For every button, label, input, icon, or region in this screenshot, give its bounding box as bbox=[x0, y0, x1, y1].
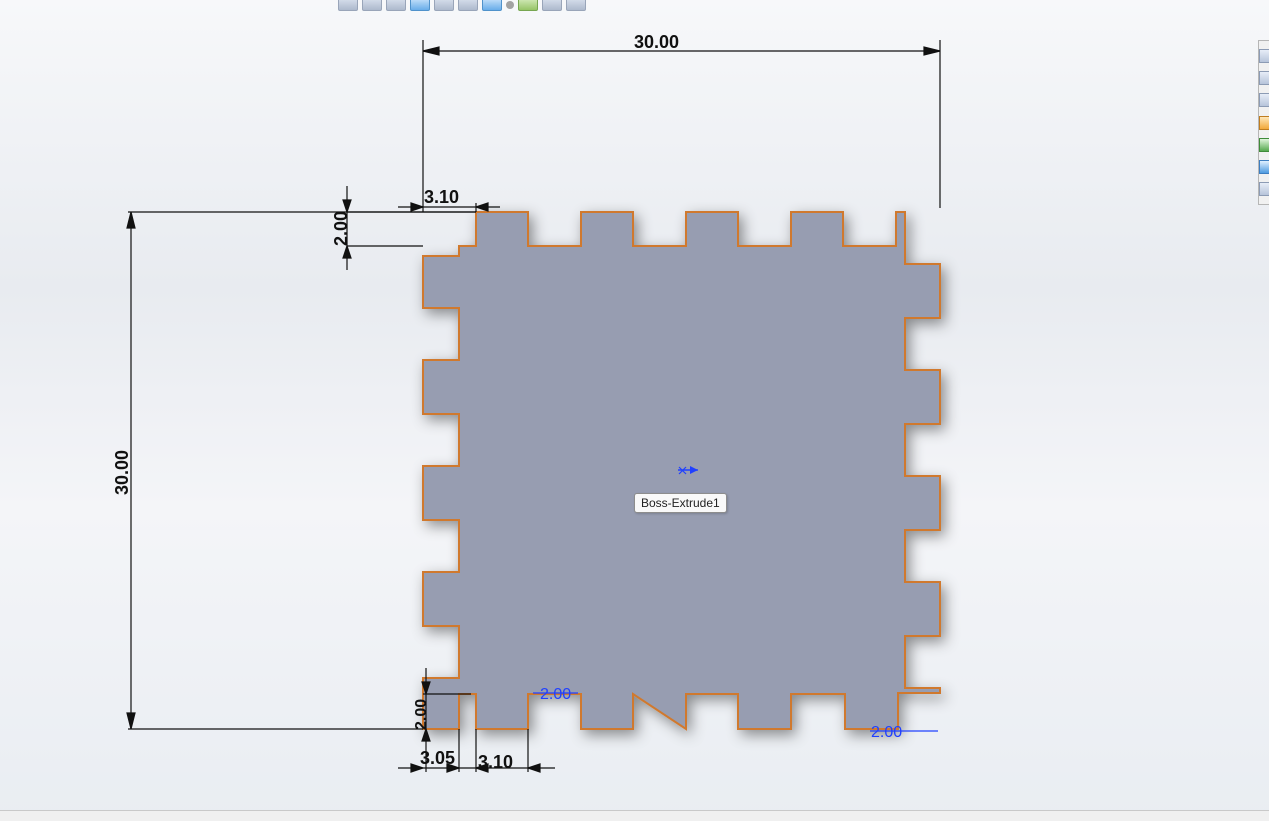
blue-dimension-left-text[interactable]: 2.00 bbox=[540, 686, 571, 703]
home-icon[interactable] bbox=[1259, 49, 1269, 64]
status-bar bbox=[0, 810, 1269, 821]
task-pane-icon-strip[interactable] bbox=[1258, 40, 1269, 205]
blue-dimension-right-text[interactable]: 2.00 bbox=[871, 724, 902, 741]
dimension-overall-width bbox=[422, 40, 941, 212]
top-tab-width-dimension-text[interactable]: 3.10 bbox=[424, 187, 459, 207]
search-icon[interactable] bbox=[1259, 181, 1269, 196]
bottom-left-width-dimension-text[interactable]: 3.05 bbox=[420, 748, 455, 768]
bottom-tab-width-dimension-text[interactable]: 3.10 bbox=[478, 752, 513, 772]
overall-width-dimension-text[interactable]: 30.00 bbox=[634, 32, 679, 52]
relations-icon[interactable] bbox=[1259, 115, 1269, 130]
display-icon[interactable] bbox=[1259, 137, 1269, 152]
zoom-area-icon[interactable] bbox=[1259, 71, 1269, 86]
graphics-viewport[interactable]: 30.00 30.00 3.10 2.00 2.00 3.05 3.10 2.0… bbox=[0, 0, 1269, 810]
cad-canvas[interactable]: 30.00 30.00 3.10 2.00 2.00 3.05 3.10 2.0… bbox=[0, 0, 1269, 810]
bottom-left-height-dimension-text[interactable]: 2.00 bbox=[413, 699, 430, 730]
overall-height-dimension-text[interactable]: 30.00 bbox=[112, 450, 132, 495]
top-tab-height-dimension-text[interactable]: 2.00 bbox=[331, 211, 351, 246]
table-icon[interactable] bbox=[1259, 159, 1269, 174]
sketch-icon[interactable] bbox=[1259, 93, 1269, 108]
feature-tooltip: Boss-Extrude1 bbox=[634, 493, 727, 513]
